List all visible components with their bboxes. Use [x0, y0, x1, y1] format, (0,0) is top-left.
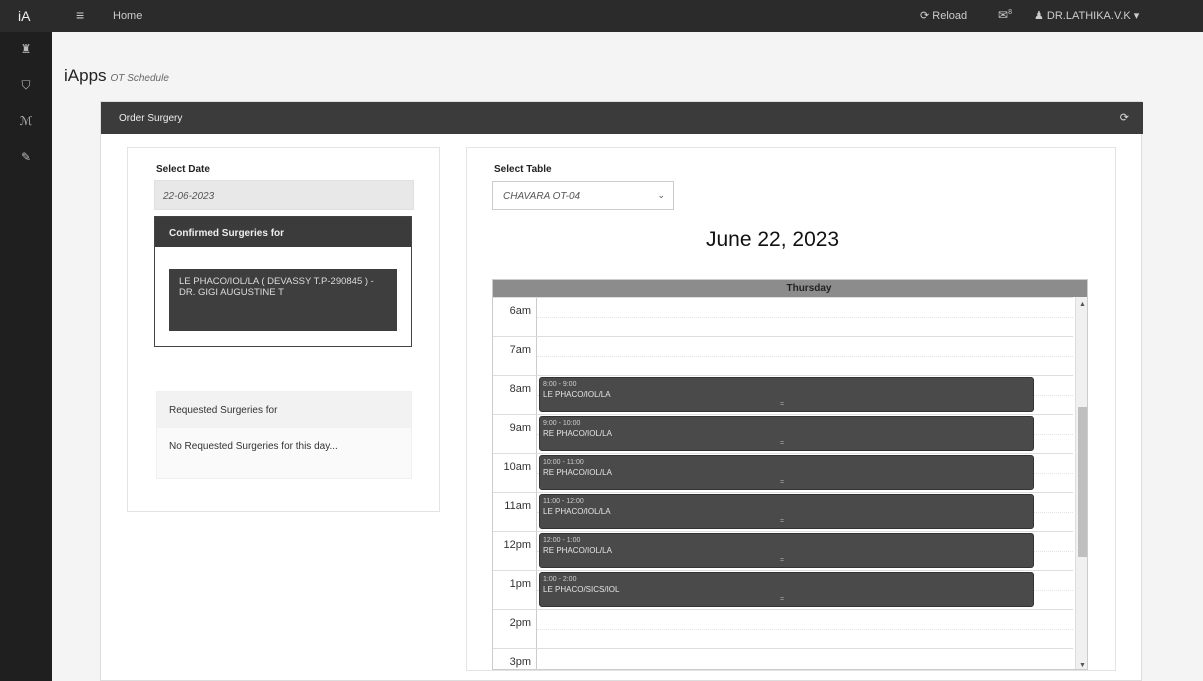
event-title: RE PHACO/IOL/LA: [543, 468, 612, 477]
chevron-down-icon: ⌄: [657, 190, 665, 200]
shield-icon[interactable]: ⛉: [0, 70, 52, 100]
mail-badge: 8: [1008, 9, 1012, 16]
resize-handle-icon[interactable]: =: [780, 595, 784, 605]
select-date-label: Select Date: [156, 164, 210, 175]
scroll-down-icon[interactable]: ▼: [1079, 662, 1086, 669]
hour-label: 9am: [493, 415, 537, 454]
scroll-up-icon[interactable]: ▲: [1079, 301, 1086, 308]
confirmed-surgeries-header: Confirmed Surgeries for: [155, 217, 411, 247]
confirmed-surgeries-box: Confirmed Surgeries for LE PHACO/IOL/LA …: [154, 216, 412, 347]
envelope-icon: ✉: [998, 8, 1009, 22]
event-time: 10:00 - 11:00: [543, 459, 584, 466]
event-time: 12:00 - 1:00: [543, 537, 581, 544]
half-hour-line: [537, 356, 1073, 357]
resize-handle-icon[interactable]: =: [780, 439, 784, 449]
hour-label: 2pm: [493, 610, 537, 649]
event-time: 11:00 - 12:00: [543, 498, 584, 505]
calendar-event[interactable]: 11:00 - 12:00 LE PHACO/IOL/LA =: [539, 494, 1034, 529]
hour-label: 11am: [493, 493, 537, 532]
hour-label: 1pm: [493, 571, 537, 610]
calendar-date-heading: June 22, 2023: [706, 228, 840, 251]
calendar-scrollbar[interactable]: ▲ ▼: [1075, 297, 1087, 669]
resize-handle-icon[interactable]: =: [780, 400, 784, 410]
reload-button[interactable]: ⟳ Reload: [920, 9, 967, 22]
resize-handle-icon[interactable]: =: [780, 517, 784, 527]
panel-header: Order Surgery ⟳: [101, 102, 1143, 134]
event-title: LE PHACO/IOL/LA: [543, 507, 611, 516]
table-select[interactable]: CHAVARA OT-04 ⌄: [492, 181, 674, 210]
select-table-label: Select Table: [494, 164, 552, 175]
requested-surgeries-header: Requested Surgeries for: [157, 392, 411, 428]
event-title: LE PHACO/SICS/IOL: [543, 585, 620, 594]
page-title: iApps OT Schedule: [64, 66, 169, 86]
calendar-day-header: Thursday: [493, 280, 1087, 297]
event-time: 8:00 - 9:00: [543, 381, 577, 388]
hour-label: 7am: [493, 337, 537, 376]
event-time: 1:00 - 2:00: [543, 576, 577, 583]
top-navbar: iA ≡ Home ⟳ Reload ✉8 ♟ DR.LATHIKA.V.K ▾: [0, 0, 1203, 32]
refresh-icon[interactable]: ⟳: [1120, 111, 1129, 124]
hamburger-menu-icon[interactable]: ≡: [76, 7, 84, 23]
brand-logo[interactable]: iA: [18, 8, 30, 24]
wrench-icon[interactable]: ✎: [0, 142, 52, 172]
requested-surgeries-empty: No Requested Surgeries for this day...: [169, 441, 338, 452]
event-title: RE PHACO/IOL/LA: [543, 546, 612, 555]
hour-label: 10am: [493, 454, 537, 493]
user-icon[interactable]: ♜: [0, 34, 52, 64]
hour-row: 6am: [493, 297, 1073, 337]
half-hour-line: [537, 629, 1073, 630]
app-name: iApps: [64, 66, 107, 85]
calendar-event[interactable]: 10:00 - 11:00 RE PHACO/IOL/LA =: [539, 455, 1034, 490]
scrollbar-thumb[interactable]: [1078, 407, 1087, 557]
event-time: 9:00 - 10:00: [543, 420, 581, 427]
resize-handle-icon[interactable]: =: [780, 556, 784, 566]
event-title: LE PHACO/IOL/LA: [543, 390, 611, 399]
panel-title: Order Surgery: [119, 113, 183, 124]
date-input[interactable]: 22-06-2023: [154, 180, 414, 210]
hour-row: 7am: [493, 336, 1073, 376]
user-menu[interactable]: ♟ DR.LATHIKA.V.K ▾: [1034, 9, 1139, 22]
hour-label: 6am: [493, 298, 537, 337]
module-icon[interactable]: ℳ: [0, 106, 52, 136]
home-link[interactable]: Home: [113, 10, 142, 22]
mail-icon[interactable]: ✉8: [998, 8, 1012, 22]
confirmed-surgery-item[interactable]: LE PHACO/IOL/LA ( DEVASSY T.P-290845 ) -…: [169, 269, 397, 331]
half-hour-line: [537, 317, 1073, 318]
hour-row: 2pm: [493, 609, 1073, 649]
sidebar: ♜ ⛉ ℳ ✎: [0, 32, 52, 681]
calendar-event[interactable]: 12:00 - 1:00 RE PHACO/IOL/LA =: [539, 533, 1034, 568]
page-subtitle: OT Schedule: [110, 73, 169, 84]
hour-label: 12pm: [493, 532, 537, 571]
calendar-event[interactable]: 1:00 - 2:00 LE PHACO/SICS/IOL =: [539, 572, 1034, 607]
day-calendar: Thursday 6am 7am 8am 9am 10am 11am 12pm …: [492, 279, 1088, 670]
event-title: RE PHACO/IOL/LA: [543, 429, 612, 438]
resize-handle-icon[interactable]: =: [780, 478, 784, 488]
hour-label: 8am: [493, 376, 537, 415]
requested-surgeries-box: Requested Surgeries for No Requested Sur…: [156, 391, 412, 479]
calendar-event[interactable]: 8:00 - 9:00 LE PHACO/IOL/LA =: [539, 377, 1034, 412]
calendar-event[interactable]: 9:00 - 10:00 RE PHACO/IOL/LA =: [539, 416, 1034, 451]
hour-label: 3pm: [493, 649, 537, 669]
table-select-value: CHAVARA OT-04: [503, 191, 581, 202]
hour-row: 3pm: [493, 648, 1073, 669]
